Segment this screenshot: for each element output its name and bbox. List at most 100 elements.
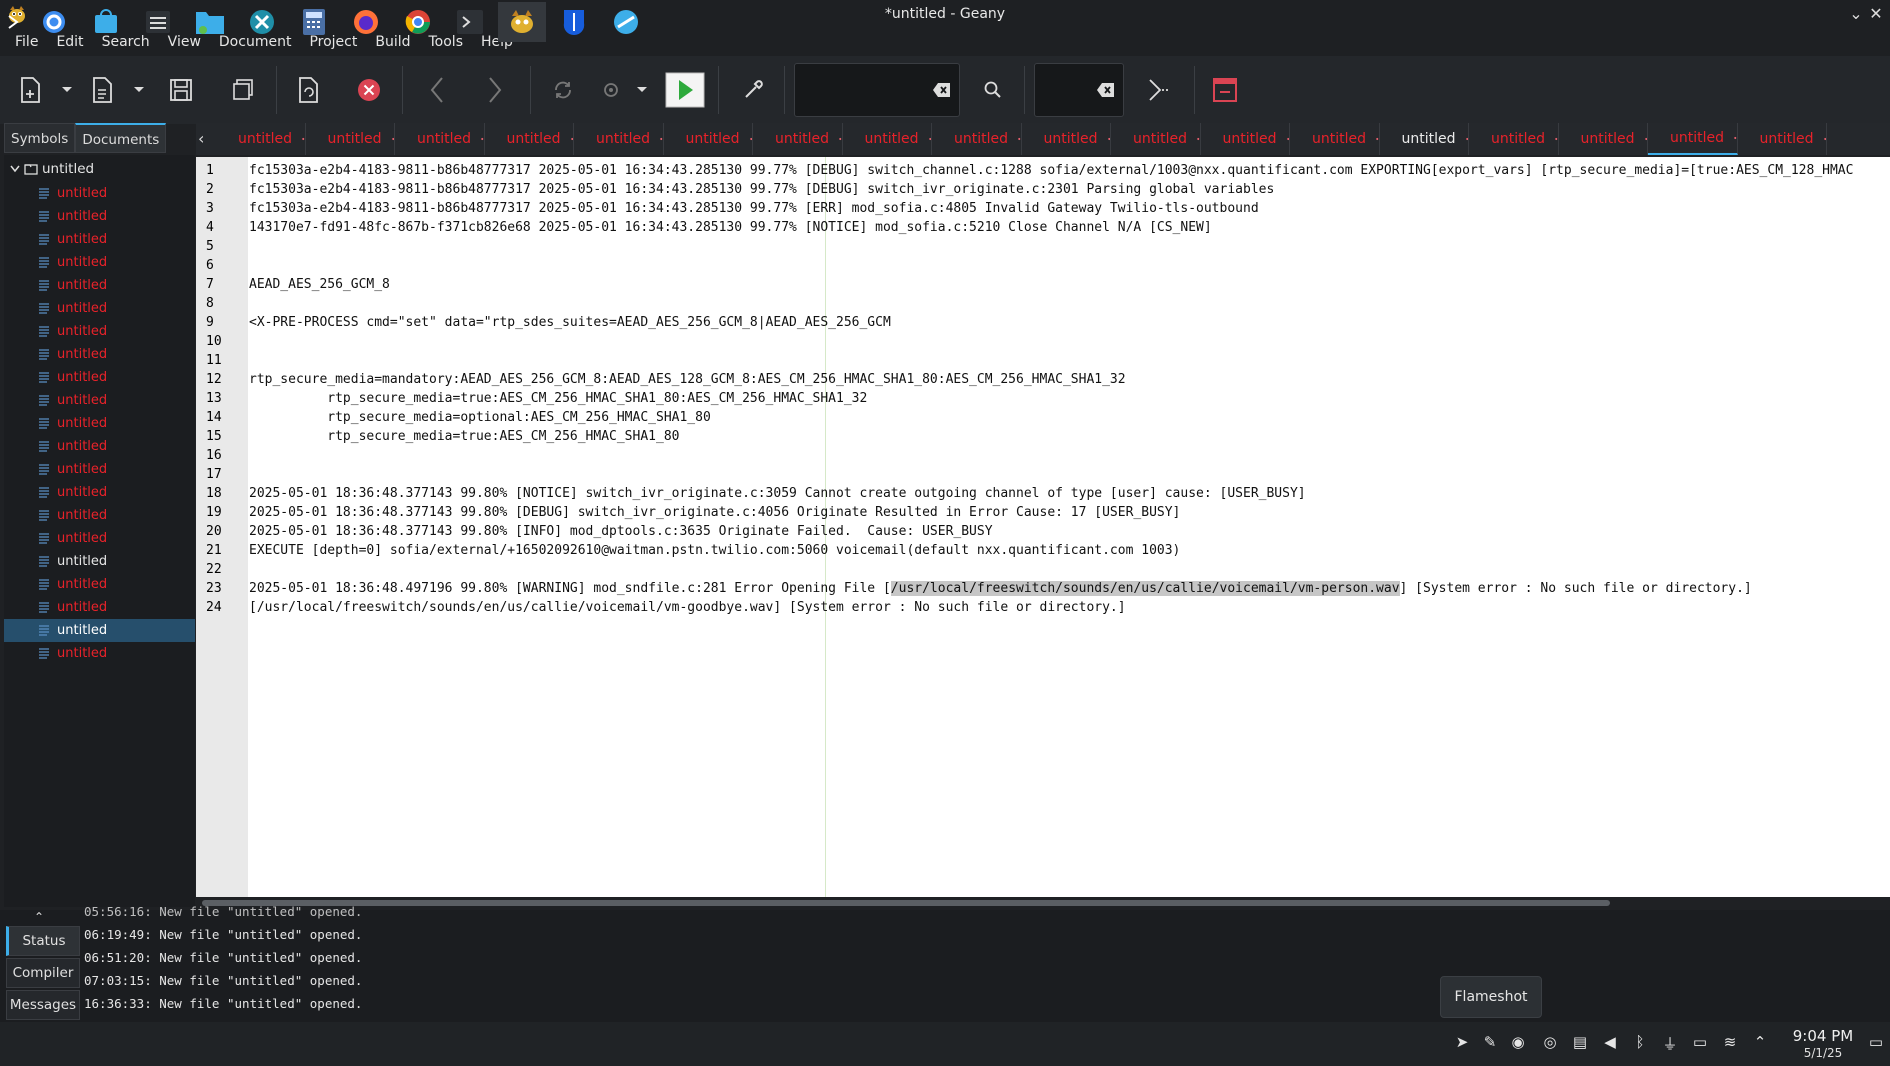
clock-time[interactable]: 9:04 PM <box>1788 1027 1858 1045</box>
close-file-button[interactable] <box>352 70 386 110</box>
tray-update-icon[interactable]: ➤ <box>1452 1033 1472 1055</box>
tab-symbols[interactable]: Symbols <box>4 123 76 153</box>
tab-close-icon[interactable] <box>570 132 573 146</box>
editor-tab[interactable]: untitled <box>753 123 843 155</box>
tab-close-icon[interactable] <box>1197 132 1200 146</box>
app-launcher-icon[interactable] <box>0 2 26 42</box>
sidebar-document-item[interactable]: untitled <box>4 274 195 297</box>
editor-tab[interactable]: untitled <box>1201 123 1290 155</box>
editor-tab[interactable]: untitled <box>306 123 395 155</box>
sidebar-document-item[interactable]: untitled <box>4 596 195 619</box>
sidebar-document-item[interactable]: untitled <box>4 573 195 596</box>
search-field[interactable] <box>794 63 960 117</box>
tray-clipboard-icon[interactable]: ▤ <box>1570 1033 1590 1055</box>
quit-button[interactable] <box>1208 70 1242 110</box>
editor-tab[interactable]: untitled <box>1648 123 1738 155</box>
scrollbar-thumb[interactable] <box>202 900 1610 906</box>
bitwarden-icon[interactable] <box>550 2 598 42</box>
find-button[interactable] <box>976 70 1010 110</box>
firefox-icon[interactable] <box>342 2 390 42</box>
show-desktop-icon[interactable]: ▭ <box>1866 1033 1886 1055</box>
navigate-back-button[interactable] <box>420 70 454 110</box>
tab-close-icon[interactable] <box>1018 132 1021 146</box>
save-button[interactable] <box>164 70 198 110</box>
tab-close-icon[interactable] <box>481 132 484 146</box>
minimize-chevron-icon[interactable]: ⌄ <box>1846 4 1866 24</box>
editor-tab[interactable]: untitled <box>1380 123 1469 155</box>
editor-tab[interactable]: untitled <box>485 123 574 155</box>
editor-tab[interactable]: untitled <box>1111 123 1201 155</box>
store-icon[interactable] <box>82 2 130 42</box>
editor-tab[interactable]: untitled <box>1022 123 1111 155</box>
system-settings-icon[interactable] <box>134 2 182 42</box>
tab-close-icon[interactable] <box>302 132 305 146</box>
editor-tab[interactable]: untitled <box>1290 123 1380 155</box>
build-dropdown[interactable] <box>628 70 656 110</box>
editor-tab[interactable]: untitled <box>843 123 932 155</box>
calculator-icon[interactable] <box>290 2 338 42</box>
sidebar-document-item[interactable]: untitled <box>4 297 195 320</box>
tree-root-folder[interactable]: untitled <box>10 158 94 180</box>
tray-expand-icon[interactable]: ⌃ <box>1750 1033 1770 1055</box>
tab-close-icon[interactable] <box>1465 132 1468 146</box>
editor-tab[interactable]: untitled <box>1559 123 1648 155</box>
sidebar-document-item[interactable]: untitled <box>4 320 195 343</box>
sidebar-document-item[interactable]: untitled <box>4 389 195 412</box>
tab-close-icon[interactable] <box>1644 132 1647 146</box>
save-all-button[interactable] <box>226 70 260 110</box>
sidebar-document-item[interactable]: untitled <box>4 251 195 274</box>
open-file-dropdown[interactable] <box>124 70 154 110</box>
collapse-arrow-icon[interactable] <box>10 164 20 174</box>
tab-messages[interactable]: Messages <box>6 990 80 1020</box>
editor-tab[interactable]: untitled <box>1738 123 1827 155</box>
new-file-button[interactable] <box>14 70 48 110</box>
terminal-icon[interactable] <box>446 2 494 42</box>
file-manager-icon[interactable] <box>186 2 234 42</box>
sidebar-document-item[interactable]: untitled <box>4 458 195 481</box>
geany-task-icon[interactable] <box>498 2 546 42</box>
editor-tab[interactable]: untitled <box>216 123 306 155</box>
tab-close-icon[interactable] <box>928 132 931 146</box>
editor[interactable]: 1 2 3 4 5 6 7 8 9 10 11 12 13 14 15 16 17 18 19 20 21 22 23 24 … <box>196 157 1890 897</box>
tab-close-icon[interactable] <box>1823 132 1826 146</box>
tab-close-icon[interactable] <box>660 132 663 146</box>
tab-status[interactable]: Status <box>6 926 80 956</box>
tab-documents[interactable]: Documents <box>75 123 167 153</box>
editor-tab[interactable]: untitled <box>664 123 753 155</box>
tray-pen-icon[interactable]: ✎ <box>1480 1033 1500 1055</box>
sidebar-document-item[interactable]: untitled <box>4 435 195 458</box>
tray-wifi-icon[interactable]: ≋ <box>1720 1033 1740 1055</box>
krunner-icon[interactable] <box>30 2 78 42</box>
tray-display-icon[interactable]: ▭ <box>1690 1033 1710 1055</box>
tab-close-icon[interactable] <box>1107 132 1110 146</box>
color-chooser-button[interactable] <box>736 70 770 110</box>
run-button[interactable] <box>664 70 706 110</box>
remote-desktop-icon[interactable] <box>602 2 650 42</box>
tab-close-icon[interactable] <box>1734 131 1737 145</box>
sidebar-document-item[interactable]: untitled <box>4 228 195 251</box>
xmpp-client-icon[interactable] <box>238 2 286 42</box>
sidebar-document-item[interactable]: untitled <box>4 182 195 205</box>
sidebar-document-item[interactable]: untitled <box>4 481 195 504</box>
clear-search-icon[interactable] <box>933 82 951 98</box>
editor-tab[interactable]: untitled <box>395 123 485 155</box>
tab-compiler[interactable]: Compiler <box>6 958 80 988</box>
goto-line-field[interactable] <box>1034 63 1124 117</box>
editor-tab[interactable]: untitled <box>574 123 664 155</box>
editor-tab[interactable]: untitled <box>1469 123 1559 155</box>
sidebar-document-item[interactable]: untitled <box>4 412 195 435</box>
clear-line-icon[interactable] <box>1097 82 1115 98</box>
navigate-forward-button[interactable] <box>478 70 512 110</box>
tab-close-icon[interactable] <box>749 132 752 146</box>
sidebar-document-item[interactable]: untitled <box>4 205 195 228</box>
sidebar-document-item[interactable]: untitled <box>4 343 195 366</box>
open-file-button[interactable] <box>86 70 120 110</box>
sidebar-document-item[interactable]: untitled <box>4 366 195 389</box>
tab-close-icon[interactable] <box>1286 132 1289 146</box>
tab-close-icon[interactable] <box>1555 132 1558 146</box>
build-button[interactable] <box>594 70 628 110</box>
tray-usb-icon[interactable]: ⏚ <box>1660 1033 1680 1055</box>
close-window-icon[interactable]: ✕ <box>1866 4 1886 24</box>
tray-volume-icon[interactable]: ◀ <box>1600 1033 1620 1055</box>
sidebar-document-item[interactable]: untitled <box>4 642 195 665</box>
